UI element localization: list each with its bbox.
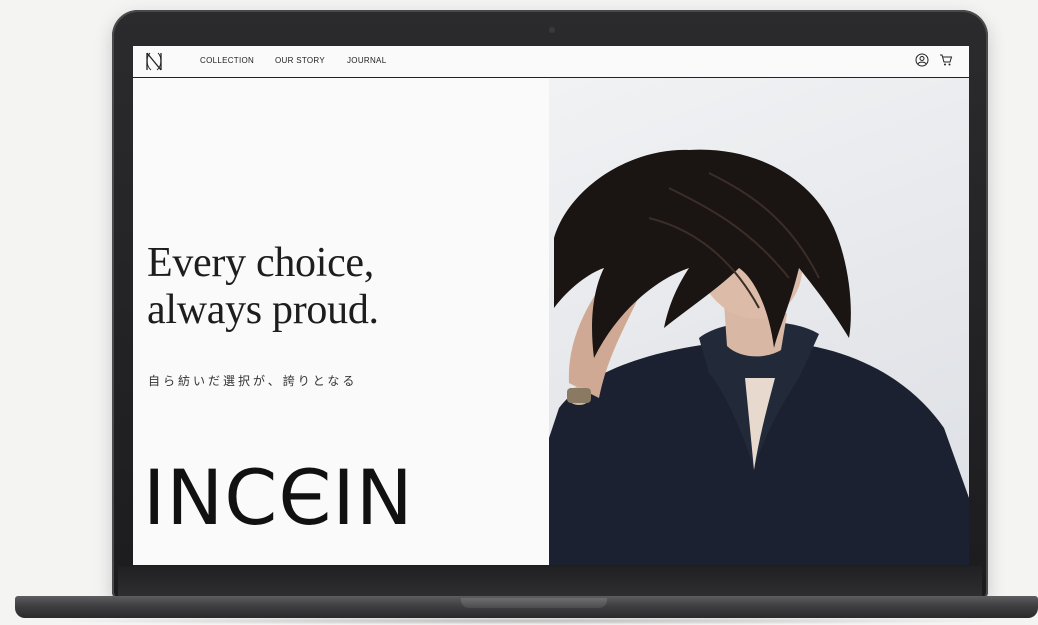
webcam [549, 27, 555, 33]
laptop-opening-notch [461, 598, 607, 608]
hero-headline: Every choice, always proud. [147, 240, 527, 334]
laptop-shadow [40, 617, 1010, 625]
hero-subtitle-japanese: 自ら紡いだ選択が、誇りとなる [148, 374, 358, 388]
headline-line-1: Every choice, [147, 240, 374, 286]
cart-icon[interactable] [939, 53, 953, 67]
nav-link-collection[interactable]: COLLECTION [200, 56, 254, 65]
account-icon[interactable] [915, 53, 929, 67]
website-screen: COLLECTION OUR STORY JOURNAL Every choic… [133, 46, 969, 565]
hero-model-photo [549, 78, 969, 565]
nav-link-journal[interactable]: JOURNAL [347, 56, 386, 65]
hero-text-panel: Every choice, always proud. 自ら紡いだ選択が、誇りと… [133, 78, 549, 565]
headline-line-2: always proud. [147, 287, 379, 333]
laptop-bezel-bottom [118, 566, 982, 596]
incein-monogram-icon[interactable] [144, 51, 164, 72]
brand-wordmark: INCЄIN [143, 453, 414, 542]
top-navigation: COLLECTION OUR STORY JOURNAL [133, 46, 969, 78]
laptop-mockup: COLLECTION OUR STORY JOURNAL Every choic… [0, 0, 1038, 625]
nav-link-our-story[interactable]: OUR STORY [275, 56, 325, 65]
